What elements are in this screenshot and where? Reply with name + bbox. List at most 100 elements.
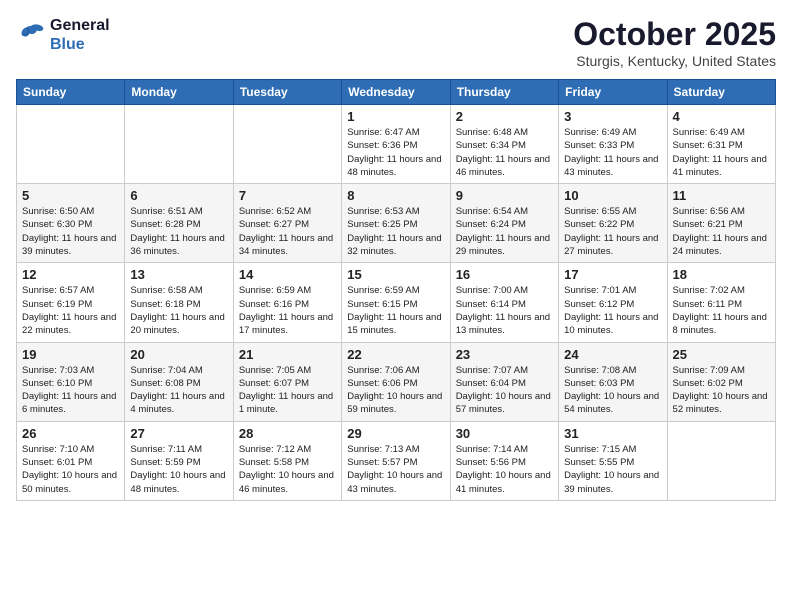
table-row: 4Sunrise: 6:49 AM Sunset: 6:31 PM Daylig… (667, 105, 775, 184)
table-row: 5 Sunrise: 6:50 AM Sunset: 6:30 PM Daylig… (17, 184, 125, 263)
table-row: 3 Sunrise: 6:49 AM Sunset: 6:33 PM Daylig… (559, 105, 667, 184)
day-number: 3 (564, 109, 661, 124)
day-info: Sunrise: 6:59 AM Sunset: 6:15 PM Dayligh… (347, 284, 444, 337)
day-number: 11 (673, 188, 770, 203)
table-row: 19 Sunrise: 7:03 AM Sunset: 6:10 PM Dayli… (17, 342, 125, 421)
day-info: Sunrise: 7:13 AM Sunset: 5:57 PM Dayligh… (347, 443, 444, 496)
day-number: 9 (456, 188, 553, 203)
table-row: 21Sunrise: 7:05 AM Sunset: 6:07 PM Dayli… (233, 342, 341, 421)
day-info: Sunrise: 7:04 AM Sunset: 6:08 PM Dayligh… (130, 364, 227, 417)
day-info: Sunrise: 7:07 AM Sunset: 6:04 PM Dayligh… (456, 364, 553, 417)
table-row: 1 Sunrise: 6:47 AM Sunset: 6:36 PM Daylig… (342, 105, 450, 184)
day-info: Sunrise: 6:49 AM Sunset: 6:31 PM Dayligh… (673, 126, 770, 179)
day-info: Sunrise: 6:48 AM Sunset: 6:34 PM Dayligh… (456, 126, 553, 179)
day-info: Sunrise: 6:51 AM Sunset: 6:28 PM Dayligh… (130, 205, 227, 258)
day-info: Sunrise: 7:05 AM Sunset: 6:07 PM Dayligh… (239, 364, 336, 417)
page-header: General Blue October 2025 Sturgis, Kentu… (16, 16, 776, 69)
col-monday: Monday (125, 80, 233, 105)
calendar-header-row: Sunday Monday Tuesday Wednesday Thursday… (17, 80, 776, 105)
day-number: 19 (22, 347, 119, 362)
day-number: 27 (130, 426, 227, 441)
day-info: Sunrise: 6:59 AM Sunset: 6:16 PM Dayligh… (239, 284, 336, 337)
day-number: 26 (22, 426, 119, 441)
day-info: Sunrise: 7:10 AM Sunset: 6:01 PM Dayligh… (22, 443, 119, 496)
title-block: October 2025 Sturgis, Kentucky, United S… (573, 16, 776, 69)
calendar-row: 12 Sunrise: 6:57 AM Sunset: 6:19 PM Dayli… (17, 263, 776, 342)
table-row: 14 Sunrise: 6:59 AM Sunset: 6:16 PM Dayli… (233, 263, 341, 342)
day-info: Sunrise: 7:08 AM Sunset: 6:03 PM Dayligh… (564, 364, 661, 417)
table-row: 27 Sunrise: 7:11 AM Sunset: 5:59 PM Dayli… (125, 421, 233, 500)
day-number: 24 (564, 347, 661, 362)
day-info: Sunrise: 6:47 AM Sunset: 6:36 PM Dayligh… (347, 126, 444, 179)
day-number: 12 (22, 267, 119, 282)
day-info: Sunrise: 7:15 AM Sunset: 5:55 PM Dayligh… (564, 443, 661, 496)
table-row: 15 Sunrise: 6:59 AM Sunset: 6:15 PM Dayli… (342, 263, 450, 342)
day-info: Sunrise: 7:00 AM Sunset: 6:14 PM Dayligh… (456, 284, 553, 337)
day-number: 22 (347, 347, 444, 362)
day-info: Sunrise: 6:56 AM Sunset: 6:21 PM Dayligh… (673, 205, 770, 258)
day-number: 15 (347, 267, 444, 282)
table-row: 26 Sunrise: 7:10 AM Sunset: 6:01 PM Dayli… (17, 421, 125, 500)
col-friday: Friday (559, 80, 667, 105)
table-row: 30Sunrise: 7:14 AM Sunset: 5:56 PM Dayli… (450, 421, 558, 500)
table-row (125, 105, 233, 184)
day-info: Sunrise: 7:03 AM Sunset: 6:10 PM Dayligh… (22, 364, 119, 417)
table-row: 12 Sunrise: 6:57 AM Sunset: 6:19 PM Dayli… (17, 263, 125, 342)
location: Sturgis, Kentucky, United States (573, 53, 776, 69)
calendar-row: 19 Sunrise: 7:03 AM Sunset: 6:10 PM Dayli… (17, 342, 776, 421)
logo: General Blue (16, 16, 110, 54)
day-number: 16 (456, 267, 553, 282)
table-row: 2 Sunrise: 6:48 AM Sunset: 6:34 PM Daylig… (450, 105, 558, 184)
day-info: Sunrise: 6:53 AM Sunset: 6:25 PM Dayligh… (347, 205, 444, 258)
col-tuesday: Tuesday (233, 80, 341, 105)
day-number: 30 (456, 426, 553, 441)
day-number: 17 (564, 267, 661, 282)
logo-text: General Blue (50, 16, 110, 54)
day-number: 1 (347, 109, 444, 124)
table-row: 9Sunrise: 6:54 AM Sunset: 6:24 PM Daylig… (450, 184, 558, 263)
table-row: 28 Sunrise: 7:12 AM Sunset: 5:58 PM Dayli… (233, 421, 341, 500)
day-number: 5 (22, 188, 119, 203)
day-number: 7 (239, 188, 336, 203)
day-info: Sunrise: 7:09 AM Sunset: 6:02 PM Dayligh… (673, 364, 770, 417)
table-row: 16 Sunrise: 7:00 AM Sunset: 6:14 PM Dayli… (450, 263, 558, 342)
day-number: 31 (564, 426, 661, 441)
col-sunday: Sunday (17, 80, 125, 105)
day-number: 29 (347, 426, 444, 441)
day-number: 10 (564, 188, 661, 203)
day-number: 13 (130, 267, 227, 282)
day-info: Sunrise: 7:02 AM Sunset: 6:11 PM Dayligh… (673, 284, 770, 337)
day-number: 20 (130, 347, 227, 362)
table-row: 10 Sunrise: 6:55 AM Sunset: 6:22 PM Dayli… (559, 184, 667, 263)
month-title: October 2025 (573, 16, 776, 53)
day-info: Sunrise: 7:01 AM Sunset: 6:12 PM Dayligh… (564, 284, 661, 337)
day-info: Sunrise: 6:58 AM Sunset: 6:18 PM Dayligh… (130, 284, 227, 337)
table-row (667, 421, 775, 500)
day-info: Sunrise: 6:49 AM Sunset: 6:33 PM Dayligh… (564, 126, 661, 179)
day-number: 6 (130, 188, 227, 203)
table-row (233, 105, 341, 184)
day-number: 28 (239, 426, 336, 441)
table-row: 18 Sunrise: 7:02 AM Sunset: 6:11 PM Dayli… (667, 263, 775, 342)
calendar-row: 26 Sunrise: 7:10 AM Sunset: 6:01 PM Dayli… (17, 421, 776, 500)
day-info: Sunrise: 7:12 AM Sunset: 5:58 PM Dayligh… (239, 443, 336, 496)
day-info: Sunrise: 6:50 AM Sunset: 6:30 PM Dayligh… (22, 205, 119, 258)
day-number: 2 (456, 109, 553, 124)
day-info: Sunrise: 7:11 AM Sunset: 5:59 PM Dayligh… (130, 443, 227, 496)
day-info: Sunrise: 6:55 AM Sunset: 6:22 PM Dayligh… (564, 205, 661, 258)
table-row: 20 Sunrise: 7:04 AM Sunset: 6:08 PM Dayli… (125, 342, 233, 421)
day-number: 18 (673, 267, 770, 282)
table-row: 11 Sunrise: 6:56 AM Sunset: 6:21 PM Dayli… (667, 184, 775, 263)
day-info: Sunrise: 6:57 AM Sunset: 6:19 PM Dayligh… (22, 284, 119, 337)
table-row: 13 Sunrise: 6:58 AM Sunset: 6:18 PM Dayli… (125, 263, 233, 342)
day-number: 8 (347, 188, 444, 203)
table-row: 25 Sunrise: 7:09 AM Sunset: 6:02 PM Dayli… (667, 342, 775, 421)
table-row: 17 Sunrise: 7:01 AM Sunset: 6:12 PM Dayli… (559, 263, 667, 342)
col-thursday: Thursday (450, 80, 558, 105)
day-number: 25 (673, 347, 770, 362)
day-info: Sunrise: 6:52 AM Sunset: 6:27 PM Dayligh… (239, 205, 336, 258)
table-row: 29 Sunrise: 7:13 AM Sunset: 5:57 PM Dayli… (342, 421, 450, 500)
table-row: 7 Sunrise: 6:52 AM Sunset: 6:27 PM Daylig… (233, 184, 341, 263)
calendar-row: 1 Sunrise: 6:47 AM Sunset: 6:36 PM Daylig… (17, 105, 776, 184)
day-number: 14 (239, 267, 336, 282)
